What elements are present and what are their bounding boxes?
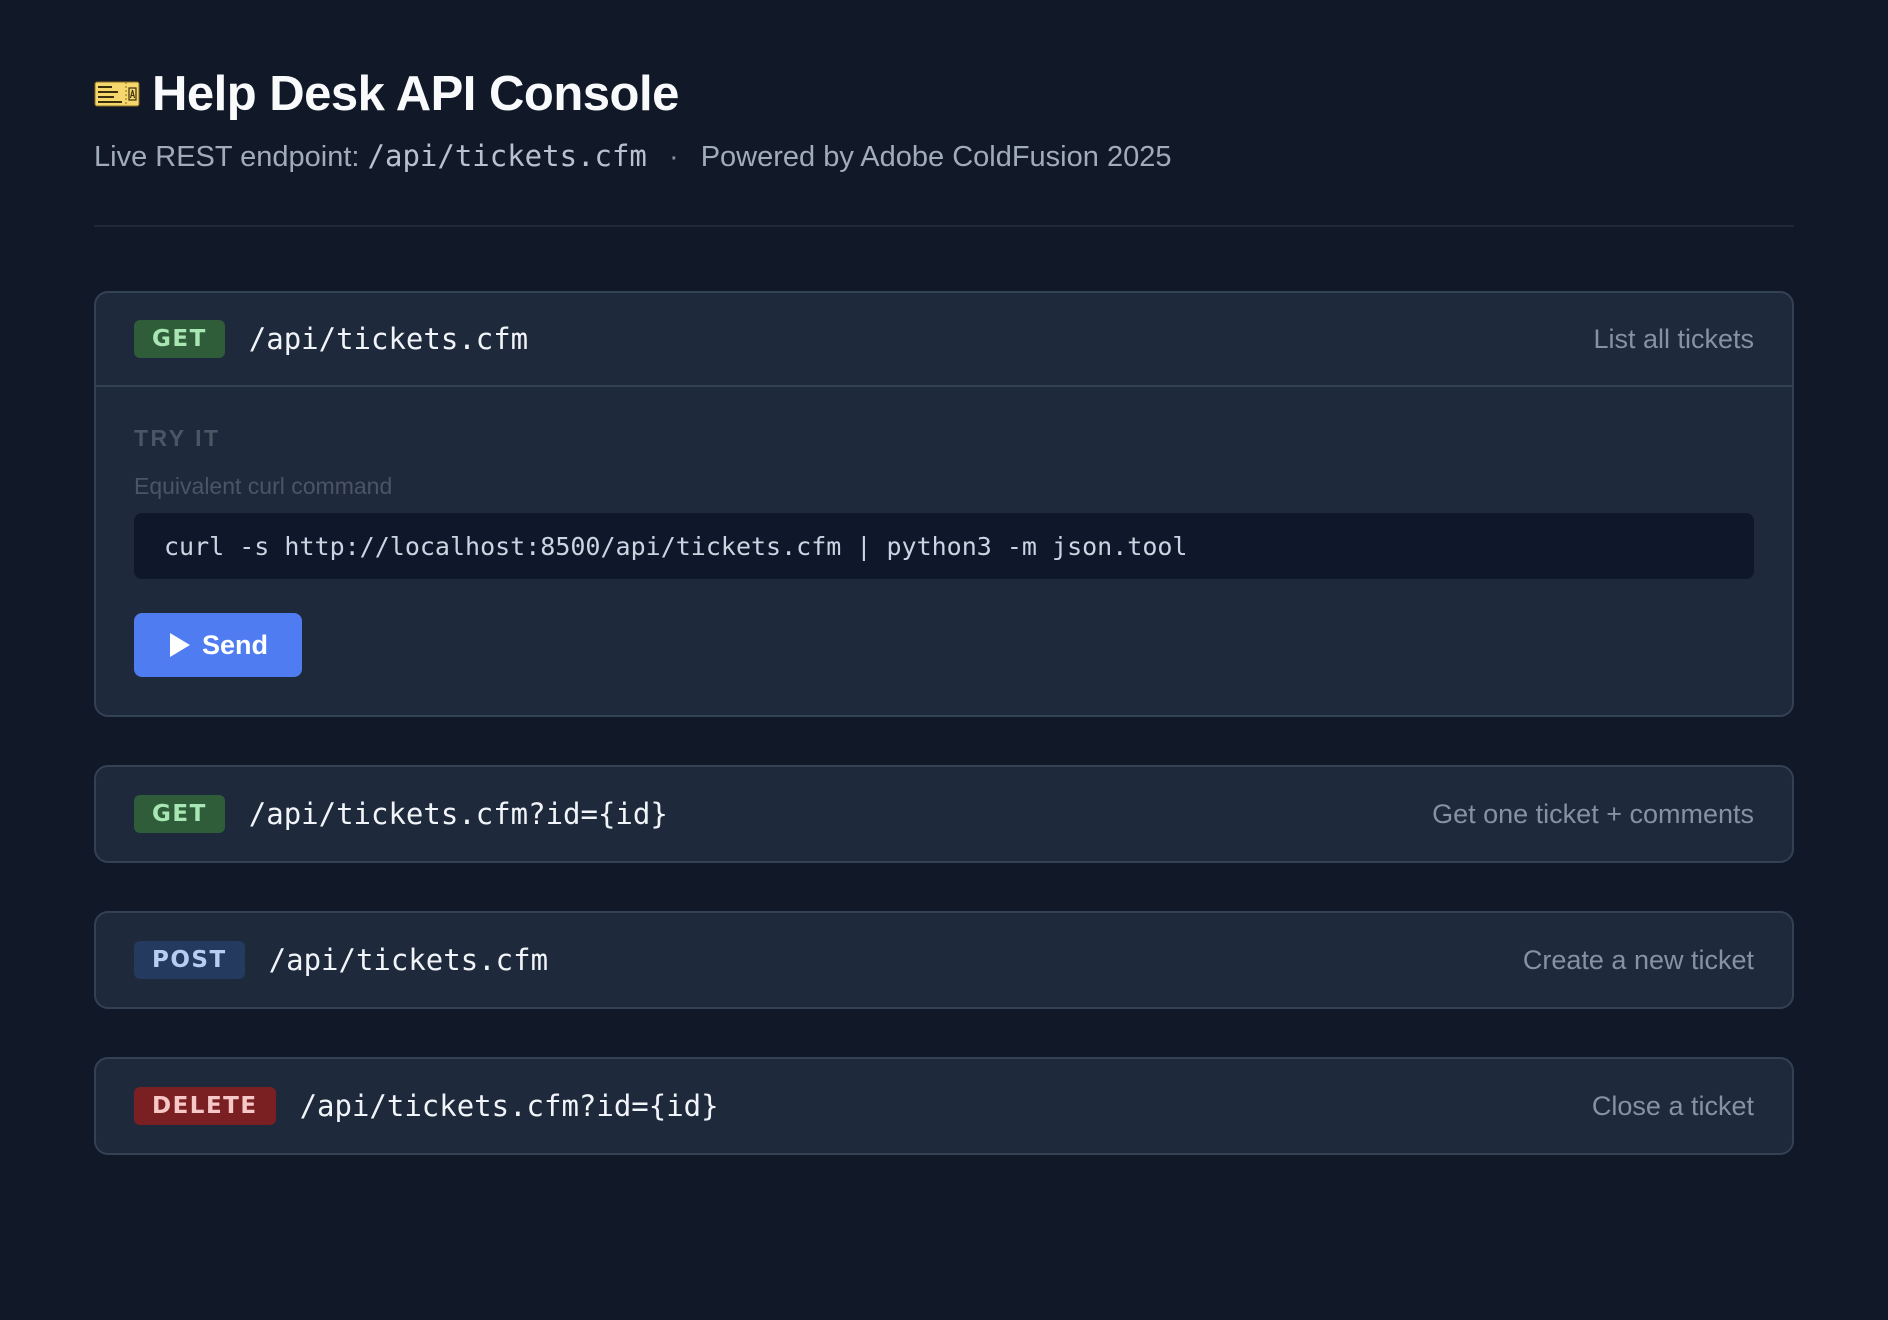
endpoint-card-get-ticket: GET /api/tickets.cfm?id={id} Get one tic…	[94, 765, 1794, 863]
method-badge-post: POST	[134, 941, 245, 979]
endpoint-card-list-tickets: GET /api/tickets.cfm List all tickets TR…	[94, 291, 1794, 717]
ticket-icon	[94, 79, 140, 109]
subtitle-powered-by: Powered by Adobe ColdFusion 2025	[700, 141, 1172, 173]
curl-command-text: curl -s http://localhost:8500/api/ticket…	[164, 531, 1188, 561]
method-badge-delete: DELETE	[134, 1087, 276, 1125]
endpoint-list: GET /api/tickets.cfm List all tickets TR…	[94, 291, 1794, 1155]
endpoint-header[interactable]: DELETE /api/tickets.cfm?id={id} Close a …	[96, 1059, 1792, 1153]
curl-command-label: Equivalent curl command	[134, 473, 393, 499]
endpoint-description: List all tickets	[1593, 323, 1754, 354]
try-it-panel: TRY IT Equivalent curl command curl -s h…	[96, 387, 1792, 715]
try-it-label: TRY IT	[134, 425, 221, 451]
title-row: Help Desk API Console	[94, 64, 1794, 124]
play-icon	[170, 633, 190, 657]
endpoint-card-create-ticket: POST /api/tickets.cfm Create a new ticke…	[94, 911, 1794, 1009]
send-button[interactable]: Send	[134, 613, 303, 677]
endpoint-path: /api/tickets.cfm	[248, 322, 529, 356]
send-button-label: Send	[202, 629, 269, 660]
endpoint-card-close-ticket: DELETE /api/tickets.cfm?id={id} Close a …	[94, 1057, 1794, 1155]
method-badge-get: GET	[134, 795, 225, 833]
page-header: Help Desk API Console Live REST endpoint…	[94, 64, 1794, 227]
curl-command-box[interactable]: curl -s http://localhost:8500/api/ticket…	[134, 513, 1754, 579]
endpoint-description: Close a ticket	[1591, 1090, 1754, 1121]
subtitle-separator: ·	[668, 141, 679, 173]
endpoint-path: /api/tickets.cfm	[268, 943, 549, 977]
endpoint-path: /api/tickets.cfm?id={id}	[248, 797, 668, 831]
subtitle-prefix: Live REST endpoint:	[94, 141, 360, 173]
endpoint-header[interactable]: POST /api/tickets.cfm Create a new ticke…	[96, 913, 1792, 1007]
page-subtitle: Live REST endpoint: /api/tickets.cfm · P…	[94, 136, 1794, 177]
page-title: Help Desk API Console	[152, 67, 679, 121]
endpoint-description: Create a new ticket	[1522, 944, 1754, 975]
endpoint-description: Get one ticket + comments	[1432, 798, 1754, 829]
api-console-page: Help Desk API Console Live REST endpoint…	[0, 0, 1888, 1320]
endpoint-path: /api/tickets.cfm?id={id}	[299, 1089, 719, 1123]
endpoint-header[interactable]: GET /api/tickets.cfm?id={id} Get one tic…	[96, 767, 1792, 861]
endpoint-header[interactable]: GET /api/tickets.cfm List all tickets	[96, 293, 1792, 387]
method-badge-get: GET	[134, 320, 225, 358]
subtitle-endpoint: /api/tickets.cfm	[367, 139, 647, 173]
